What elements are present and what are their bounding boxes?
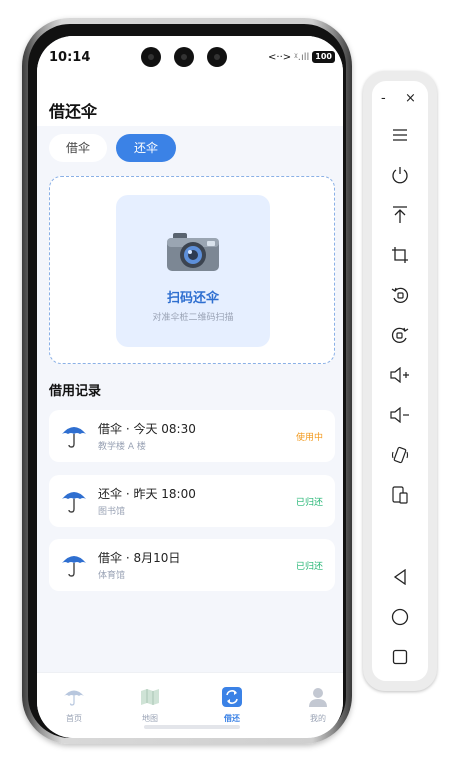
close-button[interactable]: × <box>405 91 416 106</box>
volume-up-icon <box>390 367 409 383</box>
nav-label: 首页 <box>66 714 82 723</box>
tab-borrow[interactable]: 借伞 <box>49 134 107 162</box>
emulator-toolbar-inner: - × <box>372 81 428 681</box>
exchange-icon <box>222 687 242 707</box>
record-item[interactable]: 借伞 · 8月10日 体育馆 已归还 <box>49 539 335 591</box>
screenshot-button[interactable] <box>390 485 410 505</box>
status-badge: 已归还 <box>295 498 323 508</box>
rotate-right-button[interactable] <box>390 325 410 345</box>
back-button[interactable] <box>390 567 410 587</box>
status-bar: 10:14 <··> ᵡ.ıll 100 <box>37 36 343 76</box>
umbrella-icon <box>64 690 84 706</box>
camera-icon <box>207 47 227 67</box>
minimize-button[interactable]: - <box>381 91 386 106</box>
nav-label: 借还 <box>224 714 240 723</box>
status-badge: 已归还 <box>295 562 323 572</box>
recent-apps-button[interactable] <box>390 647 410 667</box>
camera-icon <box>141 47 161 67</box>
shake-icon <box>391 446 409 464</box>
rotate-left-icon <box>391 287 409 303</box>
home-icon <box>391 608 409 626</box>
bottom-nav: 首页 地图 借还 我的 <box>37 672 343 738</box>
record-location: 图书馆 <box>98 507 126 517</box>
battery-icon: 100 <box>312 51 335 63</box>
record-location: 教学楼 A 楼 <box>98 442 146 452</box>
power-button[interactable] <box>390 165 410 185</box>
page-header: 借还伞 <box>37 76 343 126</box>
record-location: 体育馆 <box>98 571 126 581</box>
user-icon <box>309 688 327 707</box>
power-icon <box>392 167 408 184</box>
status-indicators: <··> ᵡ.ıll 100 <box>268 51 335 63</box>
status-time: 10:14 <box>49 50 91 65</box>
scan-title: 扫码还伞 <box>166 291 219 306</box>
phone-frame: 10:14 <··> ᵡ.ıll 100 借还伞 借伞 还伞 扫码还伞 对准伞桩… <box>22 18 352 744</box>
shake-button[interactable] <box>390 445 410 465</box>
home-button[interactable] <box>390 607 410 627</box>
phone-screen: 10:14 <··> ᵡ.ıll 100 借还伞 借伞 还伞 扫码还伞 对准伞桩… <box>37 36 343 738</box>
nav-map[interactable]: 地图 <box>125 687 175 724</box>
scan-subtitle: 对准伞桩二维码扫描 <box>152 313 234 323</box>
menu-icon <box>393 129 407 141</box>
record-title: 还伞 · 昨天 18:00 <box>98 487 196 501</box>
camera-icon <box>174 47 194 67</box>
record-title: 借伞 · 8月10日 <box>98 551 181 565</box>
map-icon <box>141 689 159 705</box>
scan-button[interactable]: 扫码还伞 对准伞桩二维码扫描 <box>116 195 270 347</box>
nav-label: 我的 <box>310 714 326 723</box>
volume-down-icon <box>390 407 409 423</box>
back-icon <box>393 569 406 585</box>
scan-card: 扫码还伞 对准伞桩二维码扫描 <box>49 176 335 364</box>
crop-icon <box>392 247 408 263</box>
rotate-left-button[interactable] <box>390 285 410 305</box>
record-item[interactable]: 还伞 · 昨天 18:00 图书馆 已归还 <box>49 475 335 527</box>
network-icon: <··> <box>268 51 292 63</box>
rotate-right-icon <box>391 327 409 343</box>
record-title: 借伞 · 今天 08:30 <box>98 422 196 436</box>
menu-button[interactable] <box>390 125 410 145</box>
emulator-toolbar: - × <box>363 71 437 691</box>
screenshot-icon <box>392 486 408 504</box>
tab-return[interactable]: 还伞 <box>116 134 176 162</box>
records-title: 借用记录 <box>49 384 102 399</box>
volume-up-button[interactable] <box>390 365 410 385</box>
nav-borrow-return[interactable]: 借还 <box>207 687 257 724</box>
home-indicator[interactable] <box>144 725 240 729</box>
nav-home[interactable]: 首页 <box>49 687 99 724</box>
phone-bezel: 10:14 <··> ᵡ.ıll 100 借还伞 借伞 还伞 扫码还伞 对准伞桩… <box>28 24 346 738</box>
crop-button[interactable] <box>390 245 410 265</box>
upload-icon <box>393 206 407 223</box>
camera-icon <box>167 233 219 271</box>
volume-down-button[interactable] <box>390 405 410 425</box>
umbrella-icon <box>62 492 86 513</box>
record-item[interactable]: 借伞 · 今天 08:30 教学楼 A 楼 使用中 <box>49 410 335 462</box>
status-badge: 使用中 <box>295 433 323 443</box>
signal-icon: ᵡ.ıll <box>294 51 310 63</box>
recent-apps-icon <box>392 649 408 665</box>
page-title: 借还伞 <box>49 102 98 121</box>
nav-profile[interactable]: 我的 <box>293 687 343 724</box>
upload-button[interactable] <box>390 205 410 225</box>
umbrella-icon <box>62 556 86 577</box>
umbrella-icon <box>62 427 86 448</box>
nav-label: 地图 <box>142 714 158 723</box>
